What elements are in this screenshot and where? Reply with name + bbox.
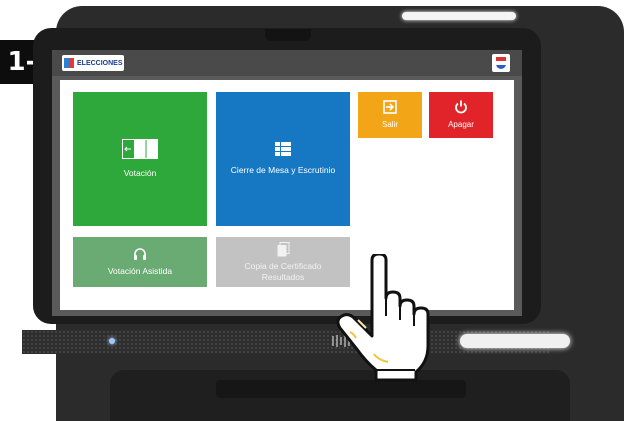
grid-list-icon	[275, 142, 291, 159]
voting-tile[interactable]: Votación	[73, 92, 207, 226]
status-light-bar	[402, 12, 516, 20]
voting-label: Votación	[123, 168, 157, 178]
closing-label: Cierre de Mesa y Escrutinio	[230, 165, 336, 175]
elections-logo-mark	[64, 58, 74, 68]
certificate-copy-label-line2: Resultados	[261, 271, 305, 282]
exit-icon	[383, 100, 397, 117]
assisted-voting-label: Votación Asistida	[107, 266, 173, 276]
headphones-icon	[133, 247, 147, 263]
elections-logo: ELECCIONES	[62, 55, 124, 71]
pointing-hand-icon	[336, 252, 448, 389]
tsje-emblem	[492, 54, 510, 72]
assisted-voting-tile[interactable]: Votación Asistida	[73, 237, 207, 287]
exit-button[interactable]: Salir	[358, 92, 422, 138]
shutdown-label: Apagar	[448, 120, 474, 129]
power-icon	[454, 100, 468, 117]
closing-and-count-tile[interactable]: Cierre de Mesa y Escrutinio	[216, 92, 350, 226]
power-led-icon	[109, 338, 115, 344]
touch-screen: ELECCIONES Votación Cierre de Mesa y Esc…	[52, 50, 522, 316]
certificate-copy-tile[interactable]: Copia de Certificado Resultados	[216, 237, 350, 287]
exit-label: Salir	[381, 120, 398, 129]
shutdown-button[interactable]: Apagar	[429, 92, 493, 138]
screen-header: ELECCIONES	[52, 50, 522, 76]
ballot-box-icon	[122, 139, 158, 162]
certificate-copy-label-line1: Copia de Certificado	[244, 261, 322, 272]
document-copy-icon	[277, 241, 290, 260]
camera-notch	[265, 29, 311, 41]
ballot-slot-light	[460, 334, 570, 348]
elections-logo-text: ELECCIONES	[77, 59, 123, 67]
